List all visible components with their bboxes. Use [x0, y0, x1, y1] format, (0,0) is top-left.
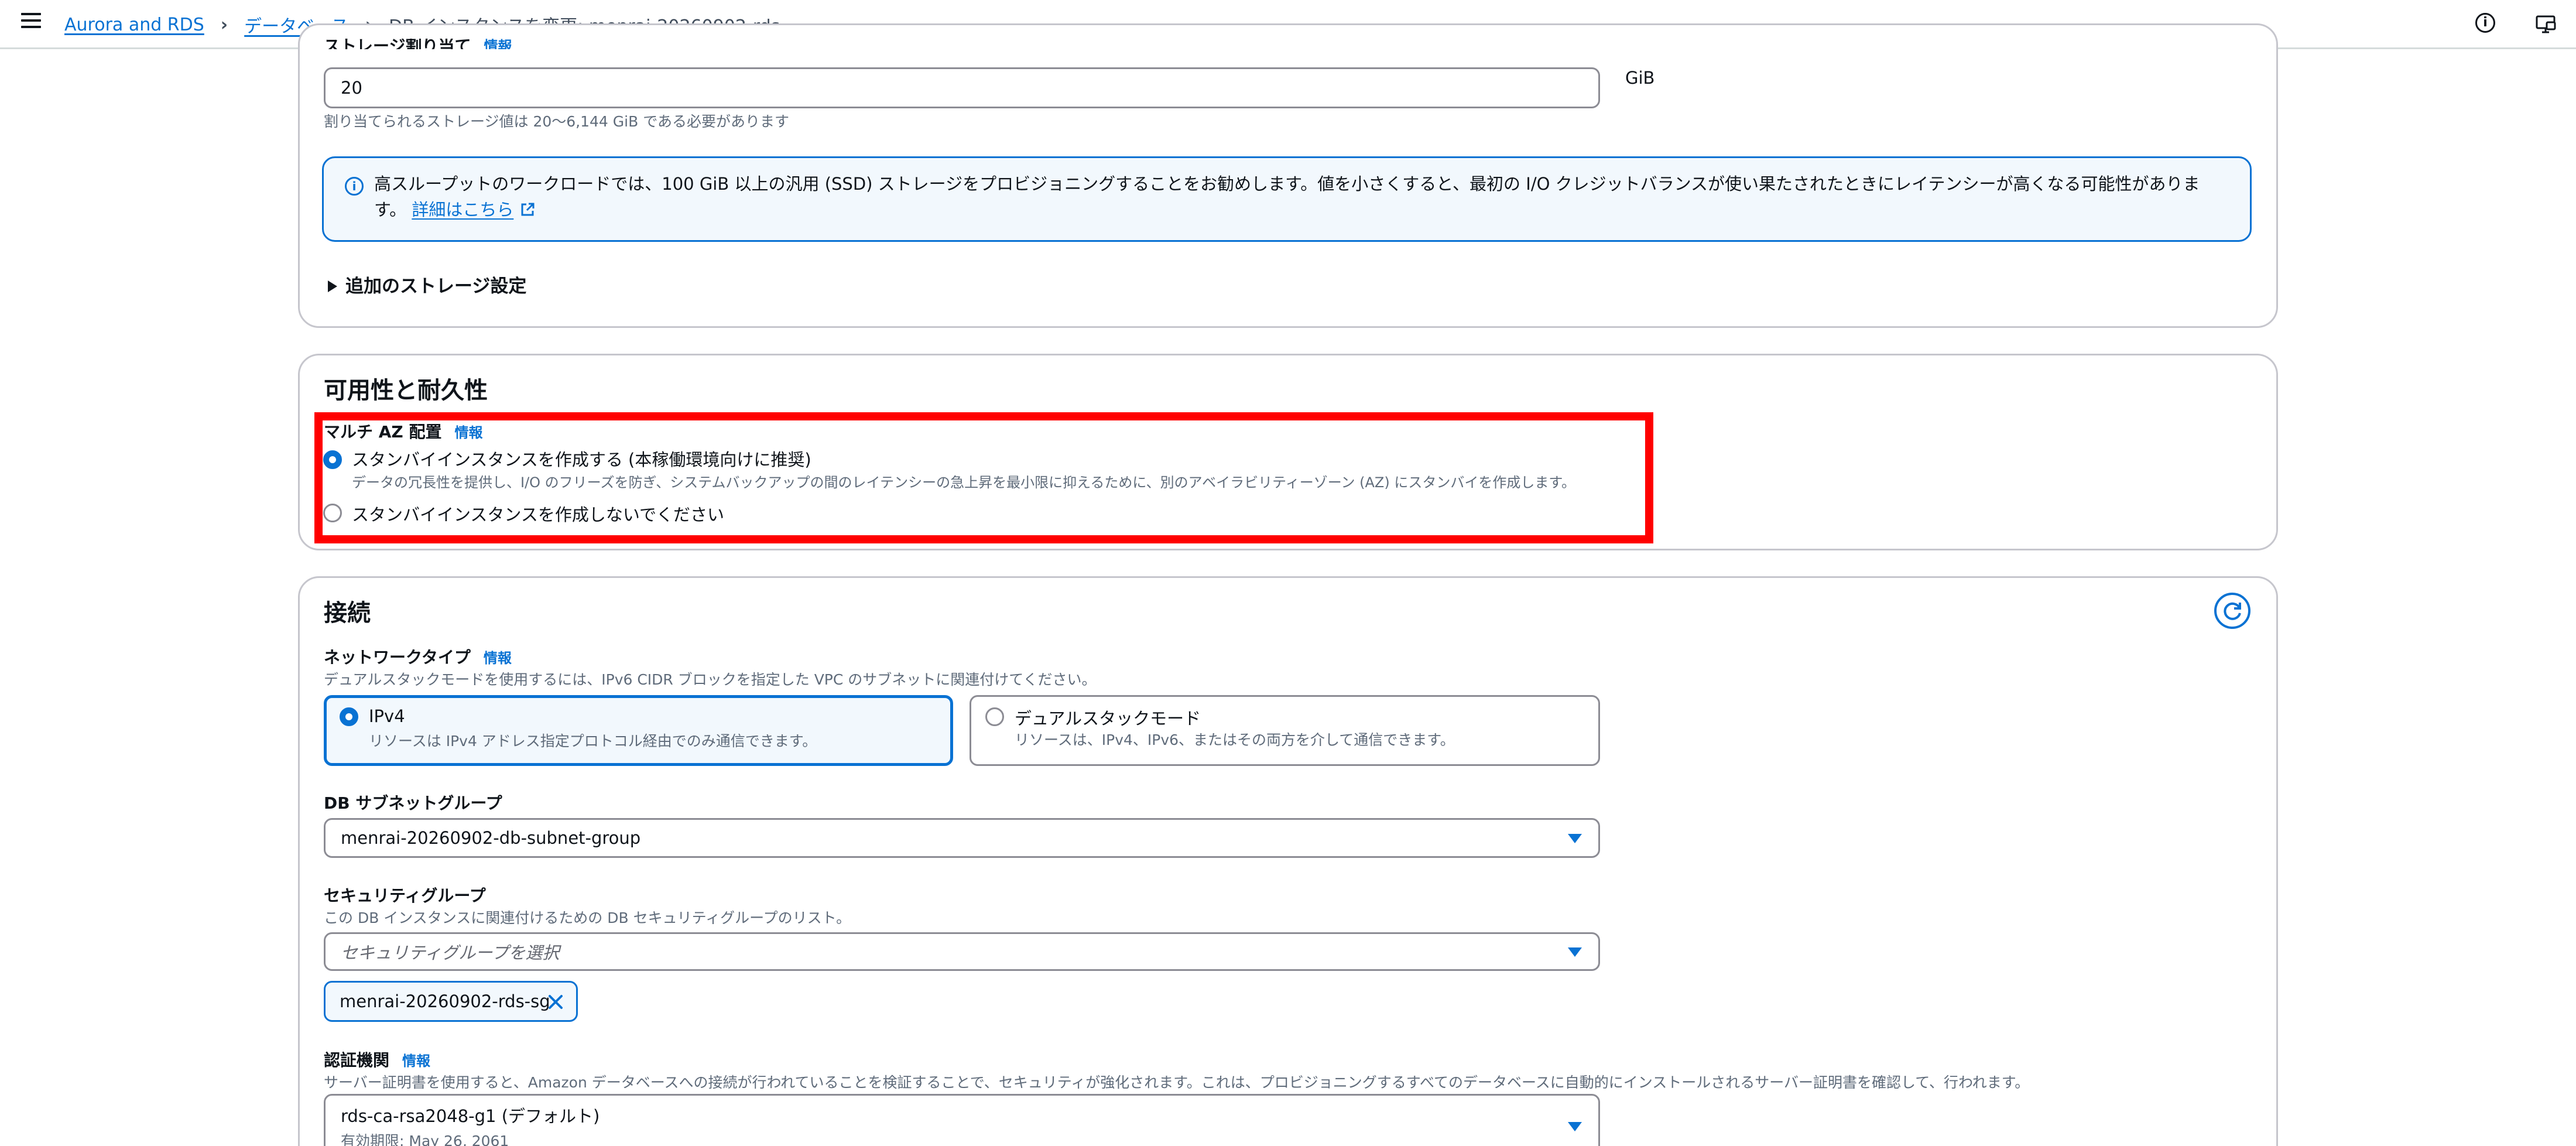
- storage-label: ストレージ割り当て 情報: [324, 39, 512, 49]
- security-group-label: セキュリティグループ: [324, 886, 486, 905]
- ca-expiry: 有効期限: May 26, 2061: [341, 1133, 509, 1146]
- alert-message: 高スループットのワークロードでは、100 GiB 以上の汎用 (SSD) ストレ…: [374, 174, 2200, 220]
- caret-down-icon: [1568, 834, 1582, 843]
- ca-info-link[interactable]: 情報: [402, 1053, 430, 1069]
- storage-info-alert: i 高スループットのワークロードでは、100 GiB 以上の汎用 (SSD) ス…: [322, 156, 2252, 242]
- storage-info-link[interactable]: 情報: [484, 39, 512, 49]
- feedback-screen-icon[interactable]: [2535, 14, 2556, 35]
- ca-desc: サーバー証明書を使用すると、Amazon データベースへの接続が行われていること…: [324, 1074, 2030, 1091]
- storage-value: 20: [341, 78, 362, 98]
- network-type-info-link[interactable]: 情報: [484, 650, 512, 666]
- ipv4-option-card[interactable]: IPv4 リソースは IPv4 アドレス指定プロトコル経由でのみ通信できます。: [324, 695, 953, 766]
- external-link-icon: [521, 203, 535, 216]
- subnet-group-value: menrai-20260902-db-subnet-group: [341, 828, 641, 848]
- security-group-token: menrai-20260902-rds-sg: [324, 981, 578, 1022]
- network-type-desc: デュアルスタックモードを使用するには、IPv6 CIDR ブロックを指定した V…: [324, 671, 1097, 688]
- ipv4-radio[interactable]: [340, 707, 358, 726]
- security-group-select[interactable]: セキュリティグループを選択: [324, 932, 1600, 971]
- availability-title: 可用性と耐久性: [324, 377, 488, 404]
- info-circle-icon: i: [345, 177, 364, 196]
- ca-label: 認証機関 情報: [324, 1051, 431, 1070]
- security-group-desc: この DB インスタンスに関連付けるための DB セキュリティグループのリスト。: [324, 909, 851, 926]
- additional-storage-toggle[interactable]: 追加のストレージ設定: [328, 271, 526, 297]
- caret-down-icon: [1568, 1122, 1582, 1131]
- dual-stack-radio[interactable]: [985, 707, 1004, 726]
- menu-icon[interactable]: [21, 13, 41, 30]
- subnet-group-label: DB サブネットグループ: [324, 793, 502, 813]
- breadcrumb-aurora-rds[interactable]: Aurora and RDS: [64, 15, 204, 35]
- ipv4-title: IPv4: [369, 706, 405, 726]
- connectivity-panel: [298, 576, 2278, 1146]
- ipv4-desc: リソースは IPv4 アドレス指定プロトコル経由でのみ通信できます。: [369, 733, 817, 750]
- chevron-right-icon: ›: [220, 14, 228, 35]
- subnet-group-select[interactable]: menrai-20260902-db-subnet-group: [324, 818, 1600, 858]
- caret-down-icon: [1568, 947, 1582, 957]
- storage-input[interactable]: 20: [324, 67, 1600, 108]
- security-group-placeholder: セキュリティグループを選択: [341, 943, 560, 963]
- learn-more-link[interactable]: 詳細はこちら: [412, 200, 513, 220]
- refresh-icon[interactable]: [2213, 591, 2252, 630]
- close-icon[interactable]: [546, 992, 566, 1012]
- security-group-token-label: menrai-20260902-rds-sg: [340, 991, 550, 1011]
- highlight-box: [314, 412, 1653, 543]
- connectivity-title: 接続: [324, 600, 371, 627]
- storage-hint: 割り当てられるストレージ値は 20〜6,144 GiB である必要があります: [324, 113, 789, 130]
- ca-select[interactable]: rds-ca-rsa2048-g1 (デフォルト) 有効期限: May 26, …: [324, 1094, 1600, 1146]
- caret-right-icon: [328, 280, 337, 292]
- dual-stack-option-card[interactable]: デュアルスタックモード リソースは、IPv4、IPv6、またはその両方を介して通…: [970, 695, 1600, 766]
- info-icon[interactable]: i: [2475, 13, 2495, 33]
- network-type-label: ネットワークタイプ 情報: [324, 648, 512, 667]
- ca-value: rds-ca-rsa2048-g1 (デフォルト): [341, 1106, 600, 1126]
- dual-stack-desc: リソースは、IPv4、IPv6、またはその両方を介して通信できます。: [1015, 731, 1455, 748]
- storage-unit: GiB: [1625, 68, 1655, 88]
- dual-stack-title: デュアルスタックモード: [1015, 709, 1201, 728]
